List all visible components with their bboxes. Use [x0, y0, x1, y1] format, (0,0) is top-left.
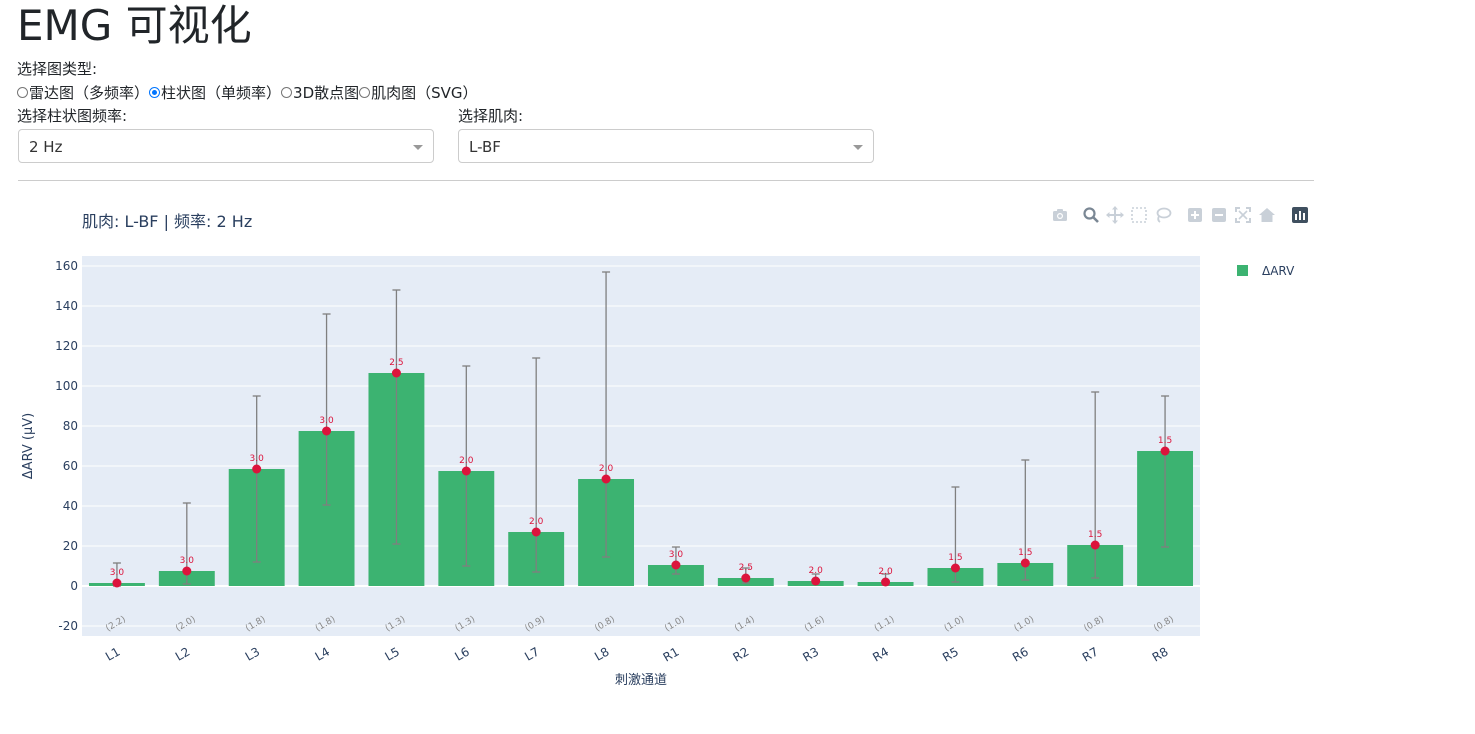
- muscle-dropdown[interactable]: L-BF: [458, 129, 874, 163]
- chart-type-label: 选择图类型:: [17, 60, 98, 78]
- chart-type-radio-option[interactable]: 肌肉图（SVG）: [359, 82, 478, 103]
- x-tick-label: R4: [870, 644, 891, 664]
- x-tick-label: L6: [452, 644, 471, 663]
- chart-type-radio-option[interactable]: 柱状图（单频率）: [149, 82, 281, 103]
- chevron-down-icon: [853, 145, 863, 150]
- y-tick-label: 120: [55, 339, 78, 353]
- x-tick-label: L8: [592, 644, 611, 663]
- muscle-dropdown-value: L-BF: [469, 138, 501, 156]
- frequency-label: 选择柱状图频率:: [17, 107, 128, 125]
- divider: [18, 180, 1314, 181]
- muscle-label: 选择肌肉:: [458, 107, 524, 125]
- y-tick-label: 80: [63, 419, 78, 433]
- marker-label: 3.0: [110, 568, 125, 578]
- data-point: [252, 464, 262, 474]
- data-point: [601, 474, 611, 484]
- x-tick-label: L1: [103, 644, 122, 663]
- marker-label: 3.0: [180, 556, 195, 566]
- marker-label: 3.0: [250, 454, 265, 464]
- radio-label: 3D散点图: [293, 83, 360, 102]
- marker-label: 2.0: [809, 566, 824, 576]
- marker-label: 2.0: [599, 464, 614, 474]
- data-point: [112, 578, 122, 588]
- legend-label: ΔARV: [1262, 264, 1295, 278]
- page: EMG 可视化 选择图类型: 雷达图（多频率） 柱状图（单频率） 3D散点图 肌肉图（…: [0, 0, 1475, 734]
- marker-label: 2.0: [529, 517, 544, 527]
- x-axis-title: 刺激通道: [615, 673, 667, 688]
- marker-label: 2.5: [389, 358, 403, 368]
- frequency-dropdown-value: 2 Hz: [29, 138, 63, 156]
- y-tick-label: 160: [55, 259, 78, 273]
- x-tick-label: L7: [522, 644, 541, 663]
- x-tick-label: R7: [1080, 644, 1101, 664]
- y-tick-label: -20: [58, 619, 78, 633]
- marker-label: 2.5: [739, 563, 753, 573]
- x-tick-label: R2: [730, 644, 751, 664]
- marker-label: 1.5: [1088, 530, 1102, 540]
- data-point: [881, 577, 891, 587]
- y-tick-label: 0: [70, 579, 78, 593]
- data-point: [671, 560, 681, 570]
- chart-type-radio-option[interactable]: 雷达图（多频率）: [17, 82, 149, 103]
- data-point: [461, 466, 471, 476]
- x-tick-label: R3: [800, 644, 821, 664]
- x-tick-label: R5: [940, 644, 961, 664]
- x-tick-label: R1: [661, 644, 682, 664]
- radio-button[interactable]: [149, 86, 161, 98]
- y-tick-label: 40: [63, 499, 78, 513]
- data-point: [741, 573, 751, 583]
- marker-label: 1.5: [1018, 548, 1032, 558]
- marker-label: 3.0: [669, 550, 684, 560]
- frequency-dropdown[interactable]: 2 Hz: [18, 129, 434, 163]
- marker-label: 1.5: [948, 553, 962, 563]
- data-point: [531, 527, 541, 537]
- y-tick-label: 60: [63, 459, 78, 473]
- marker-label: 3.0: [319, 416, 334, 426]
- data-point: [1160, 446, 1170, 456]
- chart-type-radio-option[interactable]: 3D散点图: [281, 82, 359, 103]
- y-tick-label: 100: [55, 379, 78, 393]
- data-point: [322, 426, 332, 436]
- radio-button[interactable]: [359, 86, 371, 98]
- chart-title: 肌肉: L-BF | 频率: 2 Hz: [82, 212, 252, 231]
- data-point: [1090, 540, 1100, 550]
- marker-label: 2.0: [878, 567, 893, 577]
- radio-button[interactable]: [17, 86, 28, 98]
- page-title: EMG 可视化: [17, 1, 252, 50]
- x-tick-label: L5: [383, 644, 402, 663]
- y-axis-title: ΔARV (μV): [21, 413, 36, 479]
- data-point: [950, 563, 960, 573]
- radio-label: 雷达图（多频率）: [29, 83, 150, 102]
- chevron-down-icon: [413, 145, 423, 150]
- y-tick-label: 140: [55, 299, 78, 313]
- x-tick-label: R8: [1150, 644, 1171, 664]
- data-point: [391, 368, 401, 378]
- x-tick-label: L2: [173, 644, 192, 663]
- data-point: [811, 576, 821, 586]
- radio-label: 肌肉图（SVG）: [371, 83, 478, 102]
- x-tick-label: L4: [313, 644, 332, 663]
- radio-button[interactable]: [281, 86, 293, 98]
- data-point: [1020, 558, 1030, 568]
- y-tick-label: 20: [63, 539, 78, 553]
- data-point: [182, 566, 192, 576]
- legend-swatch: [1237, 265, 1248, 276]
- marker-label: 1.5: [1158, 436, 1172, 446]
- radio-label: 柱状图（单频率）: [161, 83, 282, 102]
- bar-chart: -20 0 20 40 60 80 100 120 140 160 3.0 3.0 3.0 3.0 2.5 2…: [21, 212, 1295, 688]
- x-tick-label: L3: [243, 644, 262, 663]
- x-tick-label: R6: [1010, 644, 1031, 664]
- chart-type-radio-group: 雷达图（多频率） 柱状图（单频率） 3D散点图 肌肉图（SVG）: [17, 82, 478, 102]
- marker-label: 2.0: [459, 456, 474, 466]
